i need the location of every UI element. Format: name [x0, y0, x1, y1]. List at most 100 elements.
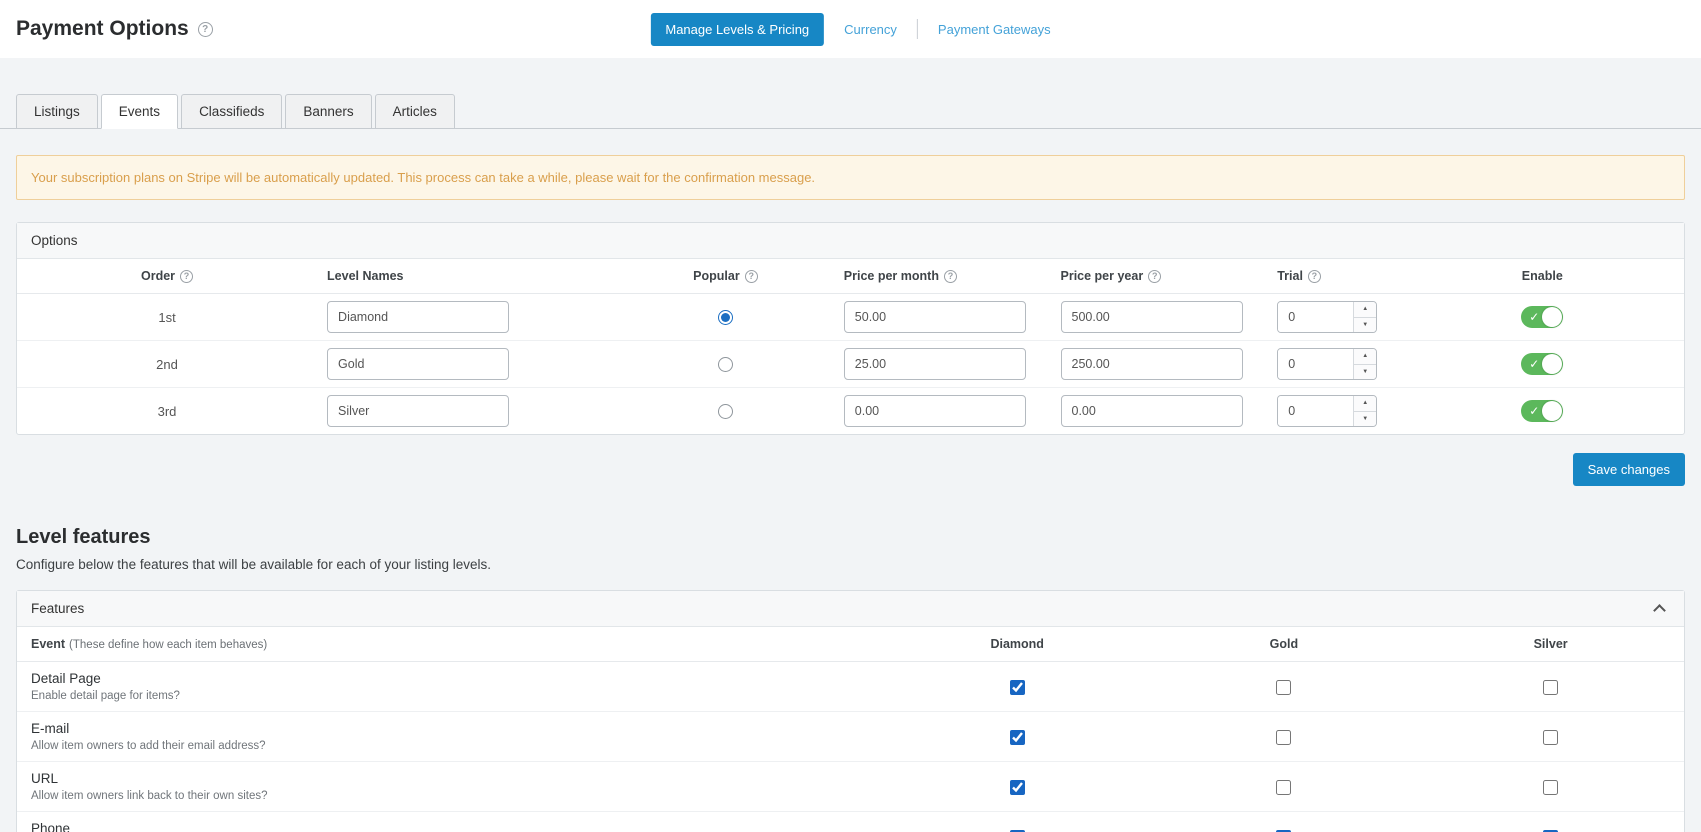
- options-panel-title: Options: [31, 233, 78, 248]
- price-month-input[interactable]: [843, 301, 1026, 334]
- column-enable: Enable: [1400, 259, 1684, 295]
- price-year-input[interactable]: [1060, 301, 1243, 334]
- feature-description: Enable detail page for items?: [31, 690, 180, 703]
- column-diamond: Diamond: [883, 627, 1151, 663]
- tab-events[interactable]: Events: [100, 94, 179, 129]
- payment-gateways-link[interactable]: Payment Gateways: [938, 22, 1051, 37]
- enable-toggle[interactable]: [1521, 400, 1564, 423]
- feature-checkbox-diamond[interactable]: [1009, 729, 1025, 745]
- level-row: 2nd ▲▼: [17, 340, 1684, 389]
- level-features-subtitle: Configure below the features that will b…: [16, 557, 492, 573]
- tab-bar: Listings Events Classifieds Banners Arti…: [0, 94, 1701, 129]
- features-header-row: Event (These define how each item behaves…: [17, 627, 1684, 663]
- toggle-knob: [1542, 401, 1563, 422]
- toggle-knob: [1542, 354, 1563, 375]
- feature-row: E-mail Allow item owners to add their em…: [17, 711, 1684, 763]
- feature-description: Allow item owners to add their email add…: [31, 740, 266, 753]
- currency-link[interactable]: Currency: [844, 22, 897, 37]
- toggle-knob: [1542, 307, 1563, 328]
- trial-stepper[interactable]: ▲▼: [1277, 395, 1378, 428]
- order-label: 3rd: [157, 403, 177, 419]
- price-month-input[interactable]: [843, 348, 1026, 381]
- stepper-up-icon[interactable]: ▲: [1354, 396, 1377, 412]
- feature-checkbox-silver[interactable]: [1543, 679, 1559, 695]
- feature-checkbox-gold[interactable]: [1276, 679, 1292, 695]
- feature-checkbox-diamond[interactable]: [1009, 779, 1025, 795]
- column-gold: Gold: [1150, 627, 1418, 663]
- feature-checkbox-gold[interactable]: [1276, 729, 1292, 745]
- feature-checkbox-gold[interactable]: [1276, 779, 1292, 795]
- help-icon[interactable]: ?: [180, 270, 194, 284]
- feature-row: URL Allow item owners link back to their…: [17, 761, 1684, 813]
- level-name-input[interactable]: [327, 348, 510, 381]
- column-level-names: Level Names: [317, 259, 618, 295]
- tab-articles[interactable]: Articles: [374, 94, 455, 129]
- column-order: Order?: [17, 259, 318, 295]
- chevron-up-icon[interactable]: [1653, 604, 1666, 618]
- options-header-row: Order? Level Names Popular? Price per mo…: [17, 259, 1684, 295]
- top-header: Payment Options ? Manage Levels & Pricin…: [0, 0, 1701, 58]
- options-panel-header: Options: [17, 223, 1684, 259]
- order-label: 2nd: [17, 340, 318, 389]
- features-panel-title: Features: [31, 601, 85, 617]
- feature-name: E-mail: [31, 721, 70, 737]
- stepper-up-icon[interactable]: ▲: [1354, 349, 1377, 365]
- feature-description: Allow item owners link back to their own…: [31, 790, 268, 803]
- trial-input[interactable]: [1278, 349, 1354, 380]
- trial-stepper[interactable]: ▲▼: [1277, 348, 1378, 381]
- level-features-section: Level features Configure below the featu…: [16, 526, 1685, 572]
- enable-toggle[interactable]: [1521, 353, 1564, 376]
- column-price-month: Price per month?: [833, 259, 1051, 295]
- tab-banners[interactable]: Banners: [285, 94, 372, 129]
- header-actions: Manage Levels & Pricing Currency Payment…: [650, 12, 1051, 46]
- feature-name: Phone: [31, 821, 71, 832]
- price-year-input[interactable]: [1060, 348, 1243, 381]
- trial-input[interactable]: [1278, 396, 1354, 427]
- tab-listings[interactable]: Listings: [16, 94, 98, 129]
- feature-row: Detail Page Enable detail page for items…: [17, 661, 1684, 713]
- column-silver: Silver: [1417, 627, 1684, 663]
- event-note: (These define how each item behaves): [69, 639, 268, 652]
- column-event: Event (These define how each item behaves…: [17, 627, 884, 663]
- help-icon[interactable]: ?: [197, 21, 213, 37]
- column-price-year: Price per year?: [1050, 259, 1268, 295]
- save-changes-button[interactable]: Save changes: [1572, 453, 1685, 487]
- stepper-up-icon[interactable]: ▲: [1354, 302, 1377, 318]
- feature-checkbox-silver[interactable]: [1543, 729, 1559, 745]
- order-label: 1st: [17, 293, 318, 342]
- help-icon[interactable]: ?: [1148, 270, 1162, 284]
- features-table: Event (These define how each item behaves…: [17, 627, 1684, 832]
- level-features-title: Level features: [16, 526, 151, 549]
- feature-checkbox-diamond[interactable]: [1009, 679, 1025, 695]
- price-year-input[interactable]: [1060, 395, 1243, 428]
- trial-input[interactable]: [1278, 302, 1354, 333]
- manage-levels-pricing-button[interactable]: Manage Levels & Pricing: [650, 12, 825, 46]
- price-month-input[interactable]: [843, 395, 1026, 428]
- popular-radio[interactable]: [717, 310, 733, 326]
- level-name-input[interactable]: [327, 395, 510, 428]
- column-trial: Trial?: [1267, 259, 1401, 295]
- tab-classifieds[interactable]: Classifieds: [181, 94, 283, 129]
- stepper-down-icon[interactable]: ▼: [1354, 364, 1377, 380]
- enable-toggle[interactable]: [1521, 306, 1564, 329]
- divider: [916, 19, 918, 39]
- feature-name: URL: [31, 771, 59, 787]
- help-icon[interactable]: ?: [1307, 270, 1321, 284]
- level-row: 3rd ▲▼: [17, 388, 1684, 435]
- feature-row: Phone Allow item owners to add their pho…: [17, 812, 1684, 832]
- level-name-input[interactable]: [327, 301, 510, 334]
- help-icon[interactable]: ?: [744, 270, 758, 284]
- popular-radio[interactable]: [717, 404, 733, 420]
- options-table: Order? Level Names Popular? Price per mo…: [17, 259, 1684, 434]
- features-panel: Features Event (These define how each ite…: [16, 590, 1685, 832]
- stepper-down-icon[interactable]: ▼: [1354, 411, 1377, 427]
- warning-banner: Your subscription plans on Stripe will b…: [16, 155, 1685, 200]
- popular-radio[interactable]: [717, 357, 733, 373]
- page: Payment Options ? Manage Levels & Pricin…: [0, 0, 1701, 832]
- trial-stepper[interactable]: ▲▼: [1277, 301, 1378, 334]
- feature-checkbox-silver[interactable]: [1543, 779, 1559, 795]
- options-panel: Options Order? Level Names Popular? Pric…: [16, 222, 1685, 436]
- stepper-down-icon[interactable]: ▼: [1354, 317, 1377, 333]
- page-title: Payment Options: [16, 17, 189, 40]
- help-icon[interactable]: ?: [943, 270, 957, 284]
